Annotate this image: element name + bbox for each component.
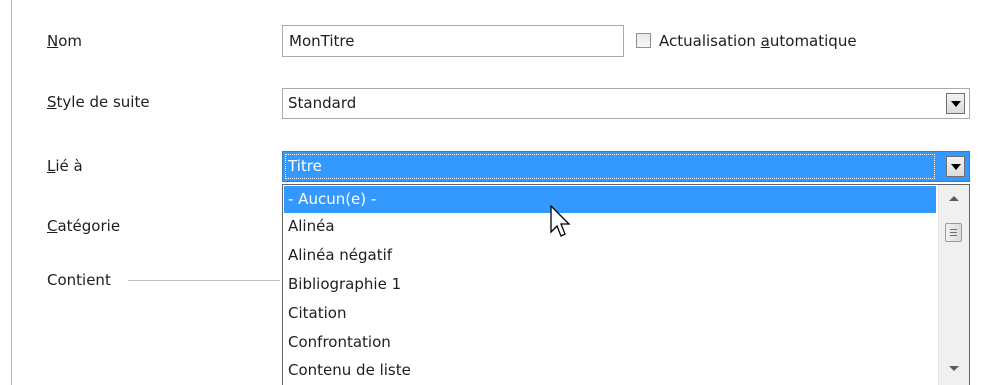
auto-update-label-mnemonic: a [760,32,770,50]
name-label-mnemonic: N [47,32,59,50]
chevron-down-icon [951,164,961,170]
chevron-down-icon [951,101,961,107]
next-style-label: Style de suite [47,90,150,114]
dropdown-scrollbar[interactable] [938,185,969,385]
list-item[interactable]: - Aucun(e) - [284,186,936,213]
linked-to-combo[interactable]: Titre [282,151,970,182]
name-label: Nom [47,29,82,53]
style-organizer-panel: Nom MonTitre Actualisation automatique S… [0,0,996,385]
category-label: Catégorie [47,214,120,238]
auto-update-checkbox[interactable] [636,33,651,48]
list-item[interactable]: Alinéa [284,213,936,240]
mouse-pointer-icon [550,205,571,237]
thumb-grip-line [950,232,957,233]
next-style-combo[interactable]: Standard [282,88,970,119]
list-item[interactable]: Bibliographie 1 [284,271,936,298]
list-item[interactable]: Alinéa négatif [284,242,936,269]
next-style-dropdown-button[interactable] [946,93,965,114]
scroll-up-icon[interactable] [949,196,959,201]
contains-label: Contient [47,271,111,289]
name-label-rest: om [58,32,83,50]
linked-to-dropdown-button[interactable] [946,156,965,177]
category-label-mnemonic: C [47,217,58,235]
next-style-value: Standard [288,94,357,112]
linked-to-dropdown-list[interactable]: - Aucun(e) - Alinéa Alinéa négatif Bibli… [282,184,970,385]
list-item[interactable]: Confrontation [284,329,936,356]
list-item[interactable]: Contenu de liste [284,357,936,384]
category-label-rest: atégorie [57,217,121,235]
scroll-thumb[interactable] [945,223,962,242]
list-item[interactable]: Citation [284,300,936,327]
linked-to-value: Titre [285,154,935,179]
auto-update-label[interactable]: Actualisation automatique [659,29,857,53]
next-style-label-rest: tyle de suite [56,93,150,111]
linked-to-label-rest: ié à [55,157,83,175]
auto-update-label-part1: Actualisation [659,32,761,50]
contains-group-line [128,280,280,281]
name-input[interactable]: MonTitre [282,25,624,57]
scroll-down-icon[interactable] [949,366,959,371]
linked-to-label: Lié à [47,154,83,178]
next-style-label-mnemonic: S [47,93,57,111]
panel-left-border [11,0,12,385]
thumb-grip-line [950,235,957,236]
auto-update-label-part2: utomatique [769,32,857,50]
thumb-grip-line [950,229,957,230]
